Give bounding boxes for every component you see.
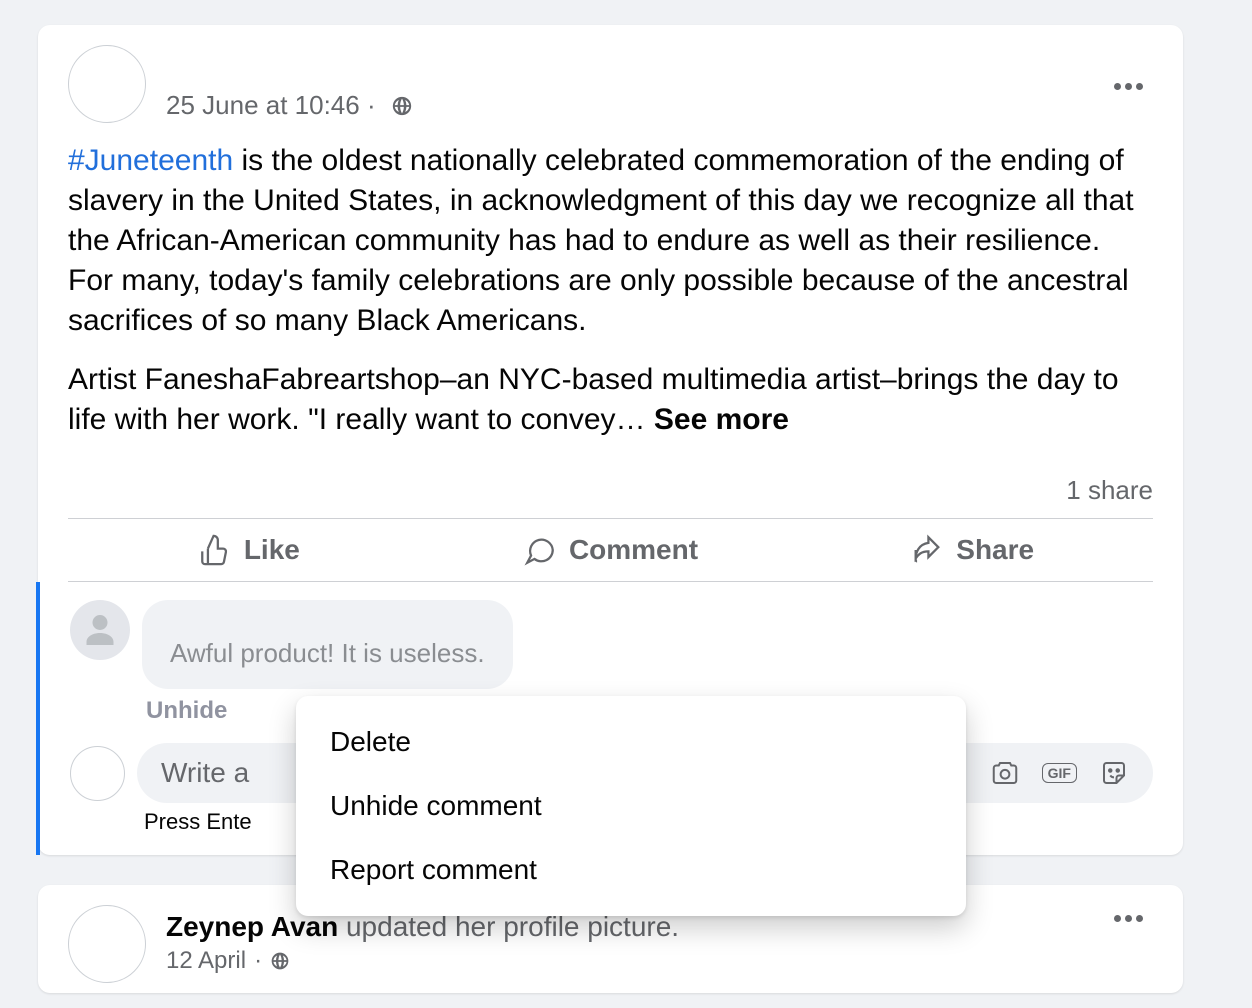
- menu-item-delete[interactable]: Delete: [296, 710, 966, 774]
- post-text-2: Artist FaneshaFabreartshop–an NYC-based …: [68, 363, 1119, 436]
- share-button[interactable]: Share: [791, 519, 1153, 581]
- comment-label: Comment: [569, 534, 698, 566]
- ellipsis-icon: [1104, 73, 1153, 100]
- comment-context-menu: Delete Unhide comment Report comment: [296, 696, 966, 916]
- separator: ·: [360, 90, 383, 121]
- post-title: Zeynep Avan updated her profile picture.: [166, 911, 679, 943]
- thumbs-up-icon: [198, 533, 232, 567]
- post-author-avatar[interactable]: [68, 905, 146, 983]
- separator: ·: [254, 947, 262, 975]
- post-body: #Juneteenth is the oldest nationally cel…: [38, 133, 1183, 475]
- comment-button[interactable]: Comment: [430, 519, 792, 581]
- post-meta: 25 June at 10:46 ·: [166, 90, 413, 121]
- comment-text: Awful product! It is useless.: [170, 638, 485, 669]
- self-avatar[interactable]: [70, 746, 125, 801]
- see-more-button[interactable]: See more: [654, 403, 789, 436]
- hashtag-link[interactable]: #Juneteenth: [68, 144, 233, 177]
- post-header: 25 June at 10:46 ·: [38, 45, 1183, 123]
- like-label: Like: [244, 534, 300, 566]
- post-menu-button[interactable]: [1104, 905, 1153, 932]
- ellipsis-icon: [1104, 905, 1153, 932]
- post-menu-button[interactable]: [1104, 73, 1153, 100]
- comment: Awful product! It is useless.: [70, 600, 1153, 689]
- menu-item-unhide[interactable]: Unhide comment: [296, 774, 966, 838]
- public-icon[interactable]: [270, 951, 290, 971]
- comment-icon: [523, 533, 557, 567]
- share-label: Share: [956, 534, 1034, 566]
- share-count[interactable]: 1 share: [38, 475, 1183, 518]
- post-timestamp[interactable]: 12 April: [166, 947, 246, 975]
- like-button[interactable]: Like: [68, 519, 430, 581]
- commenter-avatar[interactable]: [70, 600, 130, 660]
- sticker-icon[interactable]: [1099, 758, 1129, 788]
- comment-placeholder: Write a: [161, 757, 249, 789]
- comment-bubble[interactable]: Awful product! It is useless.: [142, 600, 513, 689]
- public-icon[interactable]: [391, 95, 413, 117]
- post-action-bar: Like Comment Share: [68, 518, 1153, 582]
- post-timestamp[interactable]: 25 June at 10:46: [166, 90, 360, 121]
- camera-icon[interactable]: [990, 758, 1020, 788]
- person-icon: [82, 612, 118, 648]
- post-author-avatar[interactable]: [68, 45, 146, 123]
- composer-tools: GIF: [938, 758, 1129, 788]
- gif-icon[interactable]: GIF: [1042, 763, 1077, 783]
- share-icon: [910, 533, 944, 567]
- menu-item-report[interactable]: Report comment: [296, 838, 966, 902]
